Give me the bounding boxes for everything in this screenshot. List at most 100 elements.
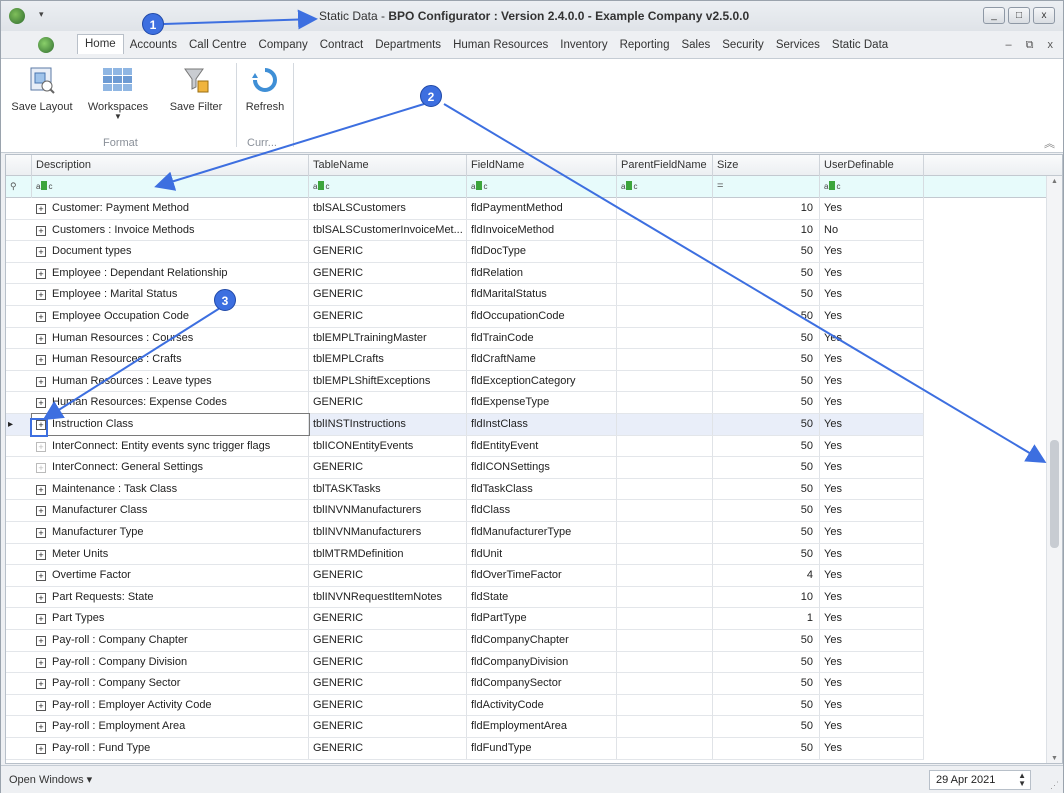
row-indicator[interactable] bbox=[6, 371, 30, 392]
cell-tablename[interactable]: GENERIC bbox=[309, 262, 467, 284]
cell-description[interactable]: + Document types bbox=[32, 241, 309, 263]
cell-userdefinable[interactable]: Yes bbox=[820, 198, 924, 219]
row-indicator[interactable] bbox=[6, 198, 30, 219]
cell-fieldname[interactable]: fldEntityEvent bbox=[467, 435, 617, 457]
cell-parentfieldname[interactable] bbox=[617, 349, 713, 371]
expand-row-icon[interactable]: + bbox=[36, 355, 46, 366]
open-windows-menu[interactable]: Open Windows ▾ bbox=[9, 773, 92, 786]
cell-parentfieldname[interactable] bbox=[617, 241, 713, 263]
expand-row-icon[interactable]: + bbox=[36, 268, 46, 279]
table-row[interactable]: + Pay-roll : Company Chapter GENERIC fldCom… bbox=[6, 630, 924, 652]
quick-access-dropdown-icon[interactable]: ▾ bbox=[39, 9, 44, 20]
cell-userdefinable[interactable]: Yes bbox=[820, 435, 924, 457]
row-indicator[interactable] bbox=[6, 652, 30, 673]
table-row[interactable]: + Customers : Invoice Methods tblSALSCusto… bbox=[6, 219, 924, 242]
cell-size[interactable]: 50 bbox=[713, 651, 820, 673]
cell-userdefinable[interactable]: Yes bbox=[820, 327, 924, 349]
cell-tablename[interactable]: GENERIC bbox=[309, 306, 467, 327]
cell-size[interactable]: 50 bbox=[713, 262, 820, 284]
cell-userdefinable[interactable]: Yes bbox=[820, 478, 924, 500]
current-row-indicator-icon[interactable]: ▸ bbox=[6, 414, 30, 435]
cell-size[interactable]: 50 bbox=[713, 500, 820, 522]
expand-row-icon[interactable]: + bbox=[36, 528, 46, 538]
cell-userdefinable[interactable]: Yes bbox=[820, 716, 924, 738]
cell-fieldname[interactable]: fldTrainCode bbox=[467, 327, 617, 349]
cell-description[interactable]: + Pay-roll : Fund Type bbox=[32, 738, 309, 759]
filter-userdefinable[interactable]: ac bbox=[820, 176, 924, 198]
table-row[interactable]: + Meter Units tblMTRMDefinition fldUnit 50 Ye… bbox=[6, 543, 924, 566]
filter-description[interactable]: ac bbox=[32, 176, 309, 198]
cell-fieldname[interactable]: fldActivityCode bbox=[467, 694, 617, 716]
table-row[interactable]: + Pay-roll : Fund Type GENERIC fldFundType 5… bbox=[6, 738, 924, 760]
tab-company[interactable]: Company bbox=[253, 36, 314, 54]
filter-tablename[interactable]: ac bbox=[309, 176, 467, 198]
row-indicator[interactable] bbox=[6, 392, 30, 413]
column-header-description[interactable]: Description bbox=[32, 155, 309, 176]
table-row[interactable]: + Part Requests: State tblINVNRequestItemN… bbox=[6, 586, 924, 609]
workspaces-button[interactable]: Workspaces ▼ bbox=[81, 63, 155, 121]
cell-tablename[interactable]: tblSALSCustomerInvoiceMet... bbox=[309, 219, 467, 241]
cell-description[interactable]: + Part Types bbox=[32, 608, 309, 630]
mdi-minimize-button[interactable]: – bbox=[1006, 39, 1012, 52]
tab-security[interactable]: Security bbox=[716, 36, 770, 54]
scroll-down-icon[interactable]: ▼ bbox=[1051, 755, 1058, 762]
expand-row-icon[interactable]: + bbox=[36, 636, 46, 646]
cell-userdefinable[interactable]: Yes bbox=[820, 586, 924, 608]
cell-fieldname[interactable]: fldExpenseType bbox=[467, 392, 617, 414]
cell-userdefinable[interactable]: Yes bbox=[820, 370, 924, 392]
row-indicator[interactable] bbox=[6, 306, 30, 327]
cell-size[interactable]: 10 bbox=[713, 219, 820, 241]
cell-tablename[interactable]: GENERIC bbox=[309, 673, 467, 695]
cell-fieldname[interactable]: fldPaymentMethod bbox=[467, 198, 617, 219]
table-row[interactable]: + InterConnect: General Settings GENERIC fl… bbox=[6, 457, 924, 479]
cell-fieldname[interactable]: fldInstClass bbox=[467, 414, 617, 435]
cell-size[interactable]: 50 bbox=[713, 457, 820, 479]
row-indicator[interactable] bbox=[6, 630, 30, 651]
cell-parentfieldname[interactable] bbox=[617, 716, 713, 738]
cell-parentfieldname[interactable] bbox=[617, 392, 713, 414]
expand-row-icon[interactable]: + bbox=[36, 204, 46, 214]
expand-row-icon[interactable]: + bbox=[36, 571, 46, 582]
cell-fieldname[interactable]: fldCompanySector bbox=[467, 673, 617, 695]
cell-size[interactable]: 4 bbox=[713, 565, 820, 587]
row-indicator[interactable] bbox=[6, 716, 30, 737]
row-indicator[interactable] bbox=[6, 565, 30, 586]
expand-row-icon[interactable]: + bbox=[36, 484, 46, 495]
cell-description[interactable]: + Maintenance : Task Class bbox=[32, 478, 309, 500]
column-header-fieldname[interactable]: FieldName bbox=[467, 155, 617, 176]
cell-parentfieldname[interactable] bbox=[617, 327, 713, 349]
row-indicator[interactable] bbox=[6, 241, 30, 262]
cell-userdefinable[interactable]: No bbox=[820, 219, 924, 241]
cell-size[interactable]: 50 bbox=[713, 694, 820, 716]
cell-fieldname[interactable]: fldOverTimeFactor bbox=[467, 565, 617, 587]
tab-contract[interactable]: Contract bbox=[314, 36, 369, 54]
cell-tablename[interactable]: GENERIC bbox=[309, 630, 467, 651]
cell-tablename[interactable]: tblTASKTasks bbox=[309, 478, 467, 500]
cell-fieldname[interactable]: fldClass bbox=[467, 500, 617, 522]
cell-parentfieldname[interactable] bbox=[617, 586, 713, 608]
cell-tablename[interactable]: GENERIC bbox=[309, 651, 467, 673]
cell-tablename[interactable]: tblMTRMDefinition bbox=[309, 543, 467, 565]
cell-description[interactable]: + Manufacturer Class bbox=[32, 500, 309, 522]
cell-size[interactable]: 50 bbox=[713, 284, 820, 306]
cell-description[interactable]: + Meter Units bbox=[32, 543, 309, 565]
cell-parentfieldname[interactable] bbox=[617, 457, 713, 479]
cell-userdefinable[interactable]: Yes bbox=[820, 738, 924, 759]
expand-row-icon[interactable]: + bbox=[36, 312, 46, 322]
cell-tablename[interactable]: GENERIC bbox=[309, 716, 467, 738]
mdi-restore-button[interactable]: ⧉ bbox=[1026, 39, 1034, 52]
cell-description[interactable]: + Employee : Dependant Relationship bbox=[32, 262, 309, 284]
date-picker[interactable]: 29 Apr 2021 ▲ ▼ bbox=[929, 770, 1031, 790]
expand-row-icon[interactable]: + bbox=[36, 679, 46, 690]
cell-parentfieldname[interactable] bbox=[617, 284, 713, 306]
table-row[interactable]: + Pay-roll : Employer Activity Code GENERI… bbox=[6, 694, 924, 717]
cell-fieldname[interactable]: fldUnit bbox=[467, 543, 617, 565]
filter-size[interactable]: = bbox=[713, 176, 820, 198]
cell-userdefinable[interactable]: Yes bbox=[820, 673, 924, 695]
resize-grip-icon[interactable]: ⋰ bbox=[1050, 780, 1059, 791]
cell-parentfieldname[interactable] bbox=[617, 565, 713, 587]
cell-userdefinable[interactable]: Yes bbox=[820, 565, 924, 587]
row-indicator[interactable] bbox=[6, 608, 30, 629]
cell-description[interactable]: + Part Requests: State bbox=[32, 586, 309, 608]
row-indicator[interactable] bbox=[6, 457, 30, 478]
